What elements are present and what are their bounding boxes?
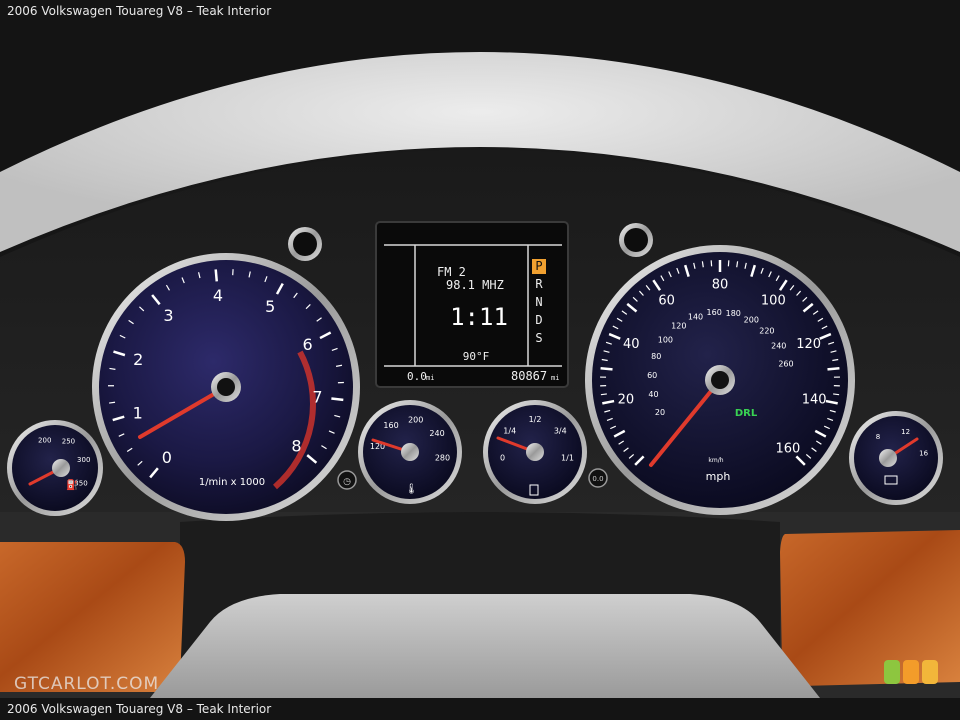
drl-indicator: DRL bbox=[735, 408, 758, 419]
tachometer-label: 0 bbox=[162, 448, 172, 467]
odometer: 80867 bbox=[511, 369, 547, 383]
oil-temp-label: 250 bbox=[62, 438, 75, 446]
speedometer-mph-label: 140 bbox=[802, 392, 827, 407]
gear-p: P bbox=[535, 259, 542, 273]
tachometer-hub-center bbox=[217, 378, 235, 396]
fuel-label: 1/1 bbox=[561, 454, 574, 463]
center-console bbox=[150, 594, 820, 698]
clock-display: 1:11 bbox=[450, 303, 508, 331]
voltage-label: 12 bbox=[901, 428, 910, 436]
speedometer-kmh-label: 60 bbox=[647, 371, 657, 380]
thermometer-icon: 🌡 bbox=[405, 483, 418, 495]
speedometer-kmh-label: 80 bbox=[651, 352, 661, 361]
oil-temp-gauge: 200 250300350 ⛽ bbox=[7, 420, 103, 516]
tachometer-unit-label: 1/min x 1000 bbox=[199, 477, 265, 488]
coolant-gauge: 120160200240280 🌡 bbox=[358, 400, 462, 504]
speedometer-mph-label: 60 bbox=[658, 294, 675, 309]
voltage-label: 8 bbox=[876, 433, 880, 441]
tachometer-label: 2 bbox=[133, 350, 143, 369]
tachometer-label: 4 bbox=[213, 286, 223, 305]
speedometer: 20406080100120140160 20406080100120140 16… bbox=[585, 245, 855, 515]
tachometer-tick bbox=[109, 401, 116, 404]
tachometer-label: 1 bbox=[133, 403, 143, 422]
oil-can-icon: ⛽ bbox=[66, 478, 78, 491]
rating-block-1 bbox=[884, 660, 900, 684]
watermark: GTCARLOT.COM bbox=[14, 674, 160, 694]
trip-unit: mi bbox=[426, 374, 434, 382]
fuel-gauge: 0 1/4 1/2 3/4 1/1 bbox=[483, 400, 587, 504]
oil-temp-label: 300 bbox=[77, 456, 90, 464]
speedometer-mph-label: 20 bbox=[618, 392, 635, 407]
speedometer-mph-label: 160 bbox=[775, 441, 800, 456]
speedometer-kmh-label: 200 bbox=[744, 315, 759, 324]
wood-trim-left bbox=[0, 542, 185, 692]
speedometer-unit-label: mph bbox=[706, 470, 731, 483]
tachometer-tick bbox=[214, 269, 219, 282]
tachometer-label: 6 bbox=[303, 335, 313, 354]
speedometer-kmh-label: 260 bbox=[778, 359, 793, 368]
speedometer-tick bbox=[833, 393, 840, 396]
speedometer-tick bbox=[827, 366, 840, 371]
warning-lamp-left-inner bbox=[293, 232, 317, 256]
tachometer-label: 7 bbox=[312, 388, 322, 407]
fuel-label: 0 bbox=[500, 454, 505, 463]
tachometer-tick bbox=[331, 397, 344, 402]
tachometer-label: 5 bbox=[265, 297, 275, 316]
radio-band: FM 2 bbox=[437, 265, 466, 279]
fuel-label: 1/4 bbox=[503, 427, 516, 436]
speedometer-mph-label: 120 bbox=[796, 337, 821, 352]
instrument-cluster-photo: 012345678 1/min x 1000 20406080100120140… bbox=[0, 22, 960, 698]
fuel-label: 3/4 bbox=[554, 427, 567, 436]
rating-badge bbox=[884, 660, 938, 684]
speedometer-kmh-label: 240 bbox=[771, 342, 786, 351]
speedometer-kmh-label: 140 bbox=[688, 312, 703, 321]
coolant-label: 200 bbox=[408, 415, 423, 424]
coolant-label: 160 bbox=[383, 421, 398, 430]
multifunction-display: FM 2 98.1 MHZ 1:11 90°F PRNDS 0.0 mi 808… bbox=[375, 221, 569, 388]
speedometer-mph-label: 40 bbox=[623, 337, 640, 352]
speedometer-kmh-label: 160 bbox=[707, 308, 722, 317]
gear-d: D bbox=[535, 313, 542, 327]
page-title: 2006 Volkswagen Touareg V8 – Teak Interi… bbox=[0, 0, 960, 22]
speedometer-mph-label: 80 bbox=[712, 278, 729, 293]
tachometer-label: 8 bbox=[291, 437, 301, 456]
oil-temp-label: 200 bbox=[38, 436, 51, 444]
gear-n: N bbox=[535, 295, 542, 309]
coolant-hub bbox=[401, 443, 419, 461]
voltage-gauge: 8 12 16 bbox=[849, 411, 943, 505]
coolant-label: 280 bbox=[435, 454, 450, 463]
warning-lamp-right-inner bbox=[624, 228, 648, 252]
radio-frequency: 98.1 MHZ bbox=[446, 278, 504, 292]
odometer-unit: mi bbox=[551, 374, 559, 382]
trip-meter: 0.0 bbox=[407, 370, 427, 383]
gear-s: S bbox=[535, 331, 542, 345]
rating-block-2 bbox=[903, 660, 919, 684]
tachometer-label: 3 bbox=[163, 306, 173, 325]
speedometer-kmh-label: 220 bbox=[759, 327, 774, 336]
fuel-hub bbox=[526, 443, 544, 461]
speedometer-kmh-label: 120 bbox=[671, 322, 686, 331]
tachometer: 0 1 2 3 4 5 6 7 8 1/min x 1000 bbox=[92, 253, 360, 521]
speedometer-mph-label: 100 bbox=[761, 294, 786, 309]
speedometer-kmh-label: 40 bbox=[648, 390, 658, 399]
speedometer-tick bbox=[600, 393, 607, 396]
speedometer-kmh-unit: km/h bbox=[708, 457, 723, 464]
speedometer-tick bbox=[600, 366, 613, 371]
trip-reset-label: 0.0 bbox=[592, 475, 603, 483]
outside-temperature: 90°F bbox=[463, 350, 490, 363]
clock-icon: ◷ bbox=[343, 477, 351, 487]
speedometer-kmh-label: 100 bbox=[658, 335, 673, 344]
speedometer-kmh-label: 20 bbox=[655, 408, 665, 417]
rating-block-3 bbox=[922, 660, 938, 684]
coolant-label: 240 bbox=[429, 429, 444, 438]
voltage-label: 16 bbox=[919, 450, 928, 458]
oil-temp-hub bbox=[52, 459, 70, 477]
gear-r: R bbox=[535, 277, 543, 291]
speedometer-kmh-label: 180 bbox=[726, 309, 741, 318]
footer-caption: 2006 Volkswagen Touareg V8 – Teak Interi… bbox=[0, 698, 960, 720]
voltage-hub bbox=[879, 449, 897, 467]
fuel-label: 1/2 bbox=[529, 415, 542, 424]
speedometer-hub-center bbox=[711, 371, 729, 389]
